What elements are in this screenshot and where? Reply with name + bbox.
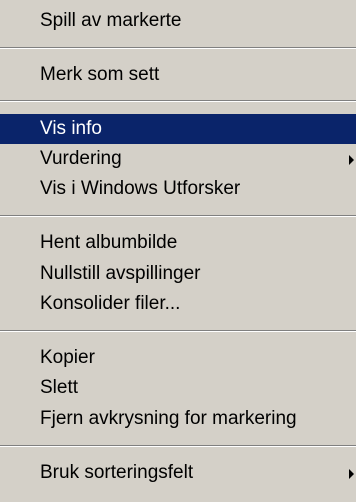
menu-item-label: Bruk sorteringsfelt bbox=[40, 462, 194, 483]
menu-item-label: Fjern avkrysning for markering bbox=[40, 408, 297, 429]
menu-item-mark-as-seen[interactable]: Merk som sett bbox=[0, 60, 356, 90]
menu-item-reset-plays[interactable]: Nullstill avspillinger bbox=[0, 259, 356, 289]
menu-item-copy[interactable]: Kopier bbox=[0, 343, 356, 373]
menu-item-get-album-art[interactable]: Hent albumbilde bbox=[0, 228, 356, 258]
menu-item-label: Spill av markerte bbox=[40, 10, 182, 31]
menu-item-consolidate-files[interactable]: Konsolider filer... bbox=[0, 289, 356, 319]
menu-item-rating[interactable]: Vurdering bbox=[0, 144, 356, 174]
menu-item-show-info[interactable]: Vis info bbox=[0, 114, 356, 144]
submenu-arrow-icon bbox=[349, 155, 354, 165]
submenu-arrow-icon bbox=[349, 469, 354, 479]
menu-separator bbox=[0, 47, 356, 49]
menu-item-show-in-explorer[interactable]: Vis i Windows Utforsker bbox=[0, 174, 356, 204]
menu-item-label: Vis info bbox=[40, 118, 102, 139]
menu-separator bbox=[0, 445, 356, 447]
menu-separator bbox=[0, 330, 356, 332]
menu-item-uncheck-selection[interactable]: Fjern avkrysning for markering bbox=[0, 404, 356, 434]
menu-item-play-selected[interactable]: Spill av markerte bbox=[0, 6, 356, 36]
context-menu: Spill av markerte Merk som sett Vis info… bbox=[0, 0, 358, 502]
menu-item-label: Vurdering bbox=[40, 148, 122, 169]
menu-separator bbox=[0, 100, 356, 102]
menu-item-label: Vis i Windows Utforsker bbox=[40, 178, 241, 199]
menu-item-label: Nullstill avspillinger bbox=[40, 263, 201, 284]
menu-item-label: Kopier bbox=[40, 347, 95, 368]
menu-item-label: Hent albumbilde bbox=[40, 232, 178, 253]
menu-item-label: Slett bbox=[40, 377, 79, 398]
menu-item-label: Konsolider filer... bbox=[40, 293, 181, 314]
menu-item-delete[interactable]: Slett bbox=[0, 373, 356, 403]
menu-item-label: Merk som sett bbox=[40, 64, 160, 85]
menu-separator bbox=[0, 215, 356, 217]
menu-item-use-sort-field[interactable]: Bruk sorteringsfelt bbox=[0, 458, 356, 488]
